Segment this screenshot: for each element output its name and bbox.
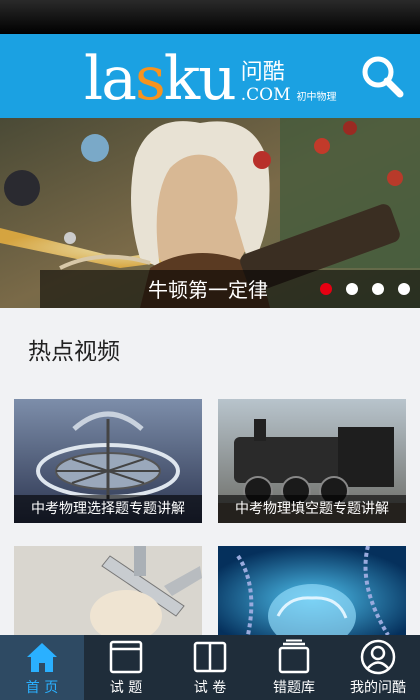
carousel-dot[interactable] (346, 283, 358, 295)
search-icon (362, 56, 404, 98)
book-icon (193, 641, 227, 673)
video-title: 中考物理选择题专题讲解 (31, 501, 185, 517)
logo-wordmark: lasku (84, 44, 237, 114)
tab-label: 首 页 (25, 680, 59, 696)
tab-wrong-questions[interactable]: 错题库 (252, 635, 336, 700)
logo-subject: 初中物理 (296, 92, 337, 103)
video-card[interactable] (14, 546, 202, 635)
tab-questions[interactable]: 试 题 (84, 635, 168, 700)
search-button[interactable] (352, 42, 412, 110)
section-title: 热点视频 (28, 339, 120, 365)
tab-home[interactable]: 首 页 (0, 635, 84, 700)
carousel-dot[interactable] (398, 283, 410, 295)
tab-my-lasku[interactable]: 我的问酷 (336, 635, 420, 700)
logo-chinese: 问酷 (240, 60, 285, 85)
lasku-logo[interactable]: lasku 问酷 .COM 初中物理 (84, 38, 337, 114)
video-card[interactable] (218, 546, 406, 635)
tab-label: 错题库 (273, 680, 315, 696)
logo-side: 问酷 .COM 初中物理 (241, 60, 337, 104)
bottom-tab-bar: 首 页 试 题 试 卷 错题库 我的问酷 (0, 635, 420, 700)
user-icon (360, 639, 396, 675)
tab-label: 试 题 (109, 680, 143, 696)
tab-label: 试 卷 (193, 680, 227, 696)
video-card[interactable]: 中考物理选择题专题讲解 (14, 399, 202, 523)
carousel-dot[interactable] (320, 283, 332, 295)
stack-icon (278, 639, 310, 674)
brain-thumbnail (218, 546, 406, 635)
question-sheet-icon (109, 640, 143, 674)
carousel-dot[interactable] (372, 283, 384, 295)
banner-caption[interactable]: 牛顿第一定律 (148, 276, 268, 304)
video-card[interactable]: 中考物理填空题专题讲解 (218, 399, 406, 523)
app-header: lasku 问酷 .COM 初中物理 (0, 34, 420, 118)
video-title: 中考物理填空题专题讲解 (235, 501, 389, 517)
tab-papers[interactable]: 试 卷 (168, 635, 252, 700)
caliper-thumbnail (14, 546, 202, 635)
home-icon (27, 643, 57, 672)
status-bar (0, 0, 420, 34)
logo-com: .COM (240, 85, 291, 105)
tab-label: 我的问酷 (350, 680, 406, 696)
carousel-dots (320, 283, 410, 295)
